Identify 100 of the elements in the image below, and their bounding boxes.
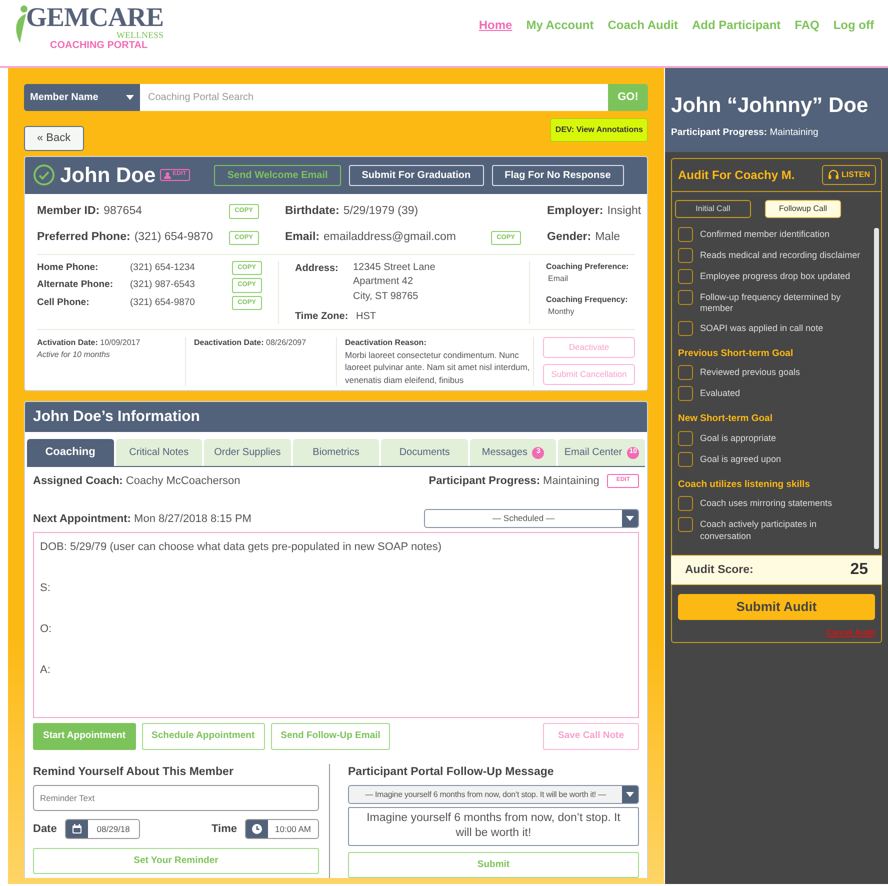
action-button[interactable]: Save Call Note [543,723,639,750]
checklist-label: Goal is appropriate [700,432,776,444]
checkbox[interactable] [678,496,693,511]
field-label: Date [33,822,57,837]
action-button[interactable]: Send Welcome Email [214,164,341,186]
reminder-field[interactable]: Reminder Text [33,784,319,811]
field-label: Cell Phone: [37,296,90,310]
checkbox[interactable] [678,226,693,242]
field-value: Email [547,272,570,284]
brand-name: GEMCARE [26,4,164,31]
tab[interactable]: Documents [381,439,468,466]
activation-note: Active for 10 months [37,349,111,361]
participant-name: John “Johnny” Doe [671,93,870,119]
deactivation-date: Deactivation Date: 08/26/2097 [194,337,308,349]
message-select[interactable]: — Imagine yourself 6 months from now, don’t stop. It will be worth it! — [348,784,639,804]
checkbox[interactable] [678,290,693,305]
status-button[interactable]: Submit Cancellation [543,364,635,384]
call-type-toggle[interactable]: Followup Call [765,200,841,218]
member-name: John Doe [60,162,156,188]
clock-icon [252,824,262,834]
field-label: Email: [285,230,320,246]
nav-link[interactable]: Add Participant [692,16,781,34]
checklist-label: Follow-up frequency determined by member [700,290,842,316]
checklist-label: Employee progress drop box updated [700,270,850,282]
field-label: Preferred Phone: [37,230,130,246]
caret-icon [626,792,634,797]
checklist-label: Coach actively participates in conversation [700,518,818,542]
nav-link[interactable]: Log off [833,16,874,34]
address-text: 12345 Street Lane Apartment 42 City, ST 98765 [353,260,436,304]
checkbox[interactable] [678,268,693,284]
field-label: Home Phone: [37,260,100,275]
field-label: Deactivation Reason: [345,337,428,349]
tab[interactable]: Critical Notes [116,439,202,466]
view-annotations-button[interactable]: DEV: View Annotations [550,118,648,142]
listen-button[interactable]: LISTEN [822,164,876,185]
tab[interactable]: Coaching [27,439,114,466]
soap-note-field[interactable]: DOB: 5/29/79 (user can choose what data gets pre-populated in new SOAP notes) S: O: A: [33,532,639,718]
field-text: Assigned Coach: Coachy McCoacherson [33,474,240,489]
field-value: 5/29/1979 (39) [343,204,418,219]
date-time-field[interactable]: 08/29/18 [64,818,140,839]
tab[interactable]: Biometrics [292,439,380,466]
cancel-audit-link[interactable]: Cancel Audit [826,628,875,637]
field-value: emailaddress@gmail.com [324,230,456,246]
checklist-label: Reads medical and recording disclaimer [700,248,860,262]
section-title: Participant Portal Follow-Up Message [348,764,555,780]
date-time-field[interactable]: 10:00 AM [245,818,319,839]
status-select[interactable]: — Scheduled — [424,509,639,528]
portal-name: COACHING PORTAL [49,40,149,51]
checkbox[interactable] [678,321,693,336]
field-value: Insight [607,204,642,219]
nav-link[interactable]: Home [478,16,512,34]
checkbox[interactable] [678,248,693,263]
nav-link[interactable]: My Account [526,16,594,34]
action-button[interactable]: Start Appointment [33,723,136,750]
field-value: HST [356,310,376,324]
checkbox[interactable] [678,365,693,380]
checklist-label: Coach uses mirroring statements [700,496,832,510]
field-value: 987654 [104,204,142,219]
checkbox[interactable] [678,430,693,446]
action-button[interactable]: Flag For No Response [492,164,624,186]
back-button[interactable]: « Back [24,126,84,150]
call-type-toggle[interactable]: Initial Call [675,200,751,218]
field-label: Alternate Phone: [37,278,114,292]
checklist-label: Evaluated [700,387,740,400]
field-label: Time [212,822,237,837]
nav-link[interactable]: FAQ [794,16,820,34]
audit-title: Audit For Coachy M. [678,166,795,184]
checklist-label: Reviewed previous goals [700,366,800,380]
checkbox[interactable] [678,452,693,467]
field-label: Employer: [547,204,604,219]
caret-icon [626,516,634,522]
search-field[interactable]: Coaching Portal Search [140,84,608,111]
person-icon [164,172,171,179]
status-button[interactable]: Deactivate [543,337,635,358]
tab[interactable]: Order Supplies [204,439,291,466]
score-value: 25 [850,560,868,580]
set-reminder-button[interactable]: Set Your Reminder [33,848,319,874]
member-filter-dropdown[interactable]: Member Name [24,84,140,111]
field-label: Time Zone: [295,310,350,324]
field-text: Next Appointment: Mon 8/27/2018 8:15 PM [33,512,252,527]
field-label: Coaching Preference: [546,260,630,272]
checkbox[interactable] [678,516,693,532]
nav-link[interactable]: Coach Audit [608,16,678,34]
activation-date: Activation Date: 10/09/2017 [37,337,142,349]
submit-button[interactable]: Submit [348,852,639,878]
group-heading: New Short-term Goal [678,412,774,426]
checkbox[interactable] [678,386,693,402]
action-button[interactable]: Send Follow-Up Email [270,723,390,750]
checklist-label: SOAPI was applied in call note [700,322,824,335]
submit-audit-button[interactable]: Submit Audit [678,594,875,620]
action-button[interactable]: Submit For Graduation [348,164,484,186]
headset-icon [828,169,839,180]
go-button[interactable]: GO! [608,84,648,111]
action-button[interactable]: Schedule Appointment [142,723,265,750]
section-title: John Doe’s Information [32,406,201,427]
group-heading: Coach utilizes listening skills [678,478,811,492]
group-heading: Previous Short-term Goal [678,347,794,362]
brand-tagline: WELLNESS [116,31,164,40]
field-value: (321) 654-9870 [134,230,213,246]
scrollbar[interactable] [874,228,879,550]
